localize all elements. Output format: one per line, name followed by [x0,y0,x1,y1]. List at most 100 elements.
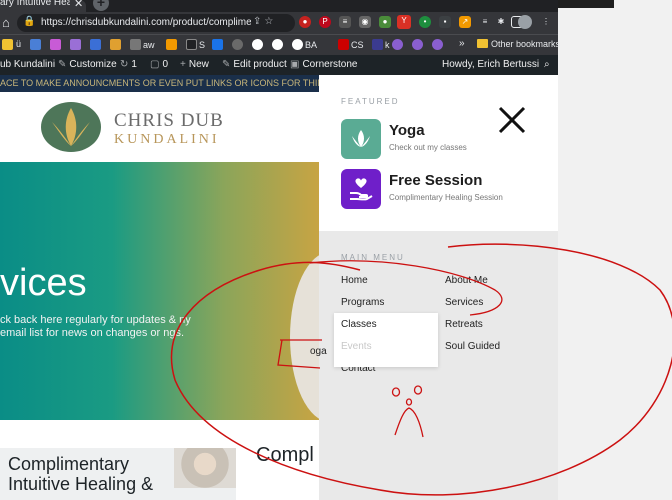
outside-topbar [558,0,614,8]
menu-item-about-me[interactable]: About Me [445,275,488,286]
bookmark-icon [372,39,383,50]
bookmark-4[interactable] [70,39,83,51]
hero-text: ck back here regularly for updates & ny … [0,314,191,339]
extension-green-icon[interactable]: ● [379,16,391,28]
logo-text-name[interactable]: CHRIS DUB [114,110,224,132]
bookmark-icon [212,39,223,50]
other-bookmarks-label: Other bookmarks [491,39,561,49]
bookmark-18[interactable] [412,39,425,51]
bookmark-16[interactable]: k [372,39,390,51]
bookmark-15[interactable]: CS [338,39,364,51]
bookmark-2[interactable] [30,39,43,51]
pinterest-icon[interactable]: P [319,16,331,28]
google-icon [272,39,283,50]
extension-record-icon[interactable]: ● [299,16,311,28]
logo-text-sub[interactable]: KUNDALINI [114,132,220,148]
admin-cornerstone[interactable]: ▣ Cornerstone [290,59,357,70]
bookmark-3[interactable] [50,39,63,51]
updates-count: 1 [131,59,137,70]
comment-icon: ▢ [150,59,160,70]
pencil-icon: ✎ [222,59,231,70]
analytics-icon[interactable]: ↗ [459,16,471,28]
bookmark-8[interactable] [166,39,179,51]
featured-section: FEATURED Yoga Check out my classes Free … [319,75,558,231]
plus-icon: + [180,59,186,70]
browser-tab[interactable]: ary Intuitive Healing ✕ [0,0,86,12]
menu-item-home[interactable]: Home [341,275,368,286]
featured-free-session[interactable]: Free Session Complimentary Healing Sessi… [341,169,541,209]
bookmark-6[interactable] [110,39,123,51]
bookmark-12[interactable] [252,39,265,51]
extensions-icon[interactable]: ✱ [495,16,507,28]
bookmark-7[interactable]: aw [130,39,155,51]
hero-title: vices [0,262,87,304]
menu-item-soul-guided[interactable]: Soul Guided [445,341,500,352]
admin-site-name[interactable]: ub Kundalini [0,59,55,70]
bookmark-13[interactable] [272,39,285,51]
other-bookmarks[interactable]: Other bookmarks [477,39,560,49]
share-star-icons[interactable]: ⇪☆ [253,16,276,27]
bookmark-icon [166,39,177,50]
bookmark-icon [130,39,141,50]
folder-icon [477,39,488,48]
new-tab-icon[interactable]: + [93,0,109,11]
reading-list-icon[interactable]: ≡ [479,16,491,28]
admin-comments[interactable]: ▢ 0 [150,59,168,70]
bookmark-14[interactable]: BA [292,39,317,51]
bookmark-1[interactable]: ü [16,39,21,51]
menu-item-events[interactable]: Events [341,341,372,352]
cornerstone-label: Cornerstone [302,59,358,70]
featured-subtitle: Check out my classes [389,143,467,152]
admin-edit-product[interactable]: ✎ Edit product [222,59,287,70]
admin-new[interactable]: + New [180,59,209,70]
outside-area [558,0,672,500]
browser-menu-icon[interactable]: ⋮ [540,16,552,28]
bookmark-icon [30,39,41,50]
url-field[interactable]: 🔒 https://chrisdubkundalini.com/product/… [17,14,295,32]
folder-icon [2,39,13,50]
extension-dot-icon[interactable]: • [419,16,431,28]
bookmark-9[interactable]: S [186,39,205,51]
service-card[interactable]: Complimentary Intuitive Healing & [0,448,236,500]
bookmark-icon [70,39,81,50]
main-menu-label: MAIN MENU [341,253,405,262]
bookmark-label: ü [16,39,22,49]
tab-title: ary Intuitive Healing [0,0,70,8]
cornerstone-icon: ▣ [290,59,300,70]
menu-item-programs[interactable]: Programs [341,297,384,308]
address-bar-row: ⌂ 🔒 https://chrisdubkundalini.com/produc… [0,12,558,34]
layers-icon[interactable]: ≡ [339,16,351,28]
featured-title: Free Session [389,172,483,189]
menu-item-retreats[interactable]: Retreats [445,319,483,330]
menu-item-services[interactable]: Services [445,297,483,308]
admin-howdy[interactable]: Howdy, Erich Bertussi [442,59,539,70]
admin-customize[interactable]: ✎ Customize [58,59,117,70]
bookmark-5[interactable] [90,39,103,51]
bookmark-10[interactable] [212,39,225,51]
extension-red-icon[interactable]: Y [397,15,411,29]
new-label: New [188,59,209,70]
profile-avatar[interactable] [518,15,532,29]
lotus-logo-icon[interactable] [38,100,104,154]
tab-close-icon[interactable]: ✕ [74,0,83,10]
extension-dark-icon[interactable]: ▪ [439,16,451,28]
lock-icon[interactable]: 🔒 [23,16,35,27]
bookmark-17[interactable] [392,39,405,51]
bookmark-11[interactable] [232,39,245,51]
ghost-menu-text: oga [310,346,327,357]
bookmark-folder[interactable] [2,39,15,51]
bookmarks-more-icon[interactable]: » [459,38,465,49]
wp-admin-bar: ub Kundalini ✎ Customize ↻ 1 ▢ 0 + New ✎ Edit… [0,55,558,75]
edit-label: Edit product [233,59,287,70]
customize-label: Customize [69,59,117,70]
admin-updates[interactable]: ↻ 1 [120,59,137,70]
home-icon[interactable]: ⌂ [2,15,10,30]
menu-item-classes[interactable]: Classes [341,319,377,330]
youtube-icon [338,39,349,50]
camera-icon[interactable]: ◉ [359,16,371,28]
bookmark-19[interactable] [432,39,445,51]
admin-search-icon[interactable]: ⌕ [544,59,550,70]
featured-yoga[interactable]: Yoga Check out my classes [341,119,541,159]
site-header: CHRIS DUB KUNDALINI [0,92,320,162]
classes-dropdown: Classes Events [334,313,438,367]
